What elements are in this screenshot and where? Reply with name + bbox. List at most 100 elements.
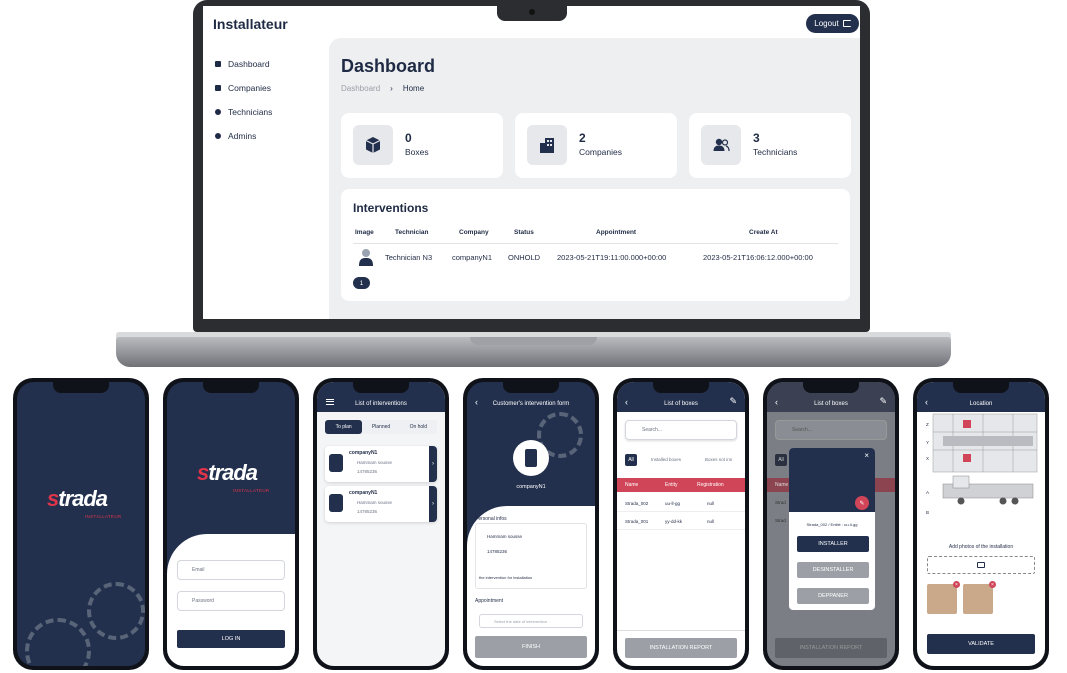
wrench-icon[interactable]: ✎ [729,396,737,407]
list-item[interactable]: companyN1 Hammam sousse 14785236 › [325,486,437,522]
back-arrow-icon[interactable]: ‹ [925,397,928,407]
installation-report-button[interactable]: INSTALLATION REPORT [625,638,737,658]
column-header: Registration [697,482,724,488]
user-icon [215,109,221,115]
finish-button[interactable]: FINISH [475,636,587,658]
tab-on-hold[interactable]: On hold [400,420,437,434]
sidebar-item-admins[interactable]: Admins [215,124,325,148]
laptop-screen: Installateur Logout Dashboard Companies … [203,6,860,319]
remove-photo-icon[interactable]: × [953,581,960,588]
table-row[interactable]: Strada_001 yy-dd-kk null [617,514,745,530]
address-text: Hammam sousse [357,500,393,505]
phone-screen: ‹ Location Z Y X A B Add photos of the i… [917,382,1045,666]
filter-all[interactable]: All [775,454,787,466]
section-title: Personal infos [475,516,507,522]
close-icon[interactable]: × [864,451,869,460]
building-icon [329,494,343,512]
deppaner-button[interactable]: DEPPANER [797,588,869,604]
stat-card-technicians: 3 Technicians [689,113,851,178]
strada-logo: strada [47,486,108,512]
section-title: Interventions [353,201,429,215]
email-field[interactable]: Email [177,560,285,580]
phone-text: 14785236 [487,549,508,554]
intervention-tabs: To plan Planned On hold [325,420,437,434]
column-header: Name [625,482,639,488]
date-input[interactable]: Select the date of intervention [479,614,583,628]
filter-all[interactable]: All [625,454,637,466]
strada-logo: strada [197,460,258,486]
breadcrumb-root[interactable]: Dashboard [341,84,380,93]
sidebar-item-label: Admins [228,131,257,141]
validate-button[interactable]: VALIDATE [927,634,1035,654]
chevron-right-icon[interactable]: › [429,486,437,522]
building-icon [527,125,567,165]
filter-installed[interactable]: Installed boxes [651,457,681,462]
table-row[interactable]: Strada_002 uu-ll-gg null [617,496,745,512]
logout-button[interactable]: Logout [806,14,859,33]
phone-screen: List of interventions To plan Planned On… [317,382,445,666]
breadcrumb-separator: › [390,84,393,93]
axis-label: A [926,490,930,495]
screen-title: Location [969,401,993,407]
user-icon [215,133,221,139]
column-header: Company [459,229,489,236]
menu-icon[interactable] [326,399,334,405]
column-header: Image [355,229,374,236]
table-cell: yy-dd-kk [665,519,683,524]
users-icon [701,125,741,165]
desinstaller-button[interactable]: DESINSTALLER [797,562,869,578]
screen-title: List of boxes [814,401,848,407]
sidebar-item-label: Dashboard [228,59,270,69]
table-cell: Strada_002 [625,501,649,506]
wrench-icon[interactable]: ✎ [879,396,887,407]
camera-icon [977,562,985,568]
table-cell: 2023-05-21T19:11:00.000+00:00 [557,253,667,262]
phone-notch [503,382,559,393]
remove-photo-icon[interactable]: × [989,581,996,588]
phone-screen: ‹ List of boxes ✎ Search... All Installe… [617,382,745,666]
back-arrow-icon[interactable]: ‹ [625,397,628,407]
sidebar-item-dashboard[interactable]: Dashboard [215,52,325,76]
phone-notch [953,382,1009,393]
building-icon [525,449,537,467]
login-button[interactable]: LOG IN [177,630,285,648]
filter-not-installed[interactable]: Boxes not ins [705,457,732,462]
laptop-groove [470,337,597,345]
password-field[interactable]: Password [177,591,285,611]
column-header: Create At [749,229,778,236]
page-title: Dashboard [341,56,436,76]
stat-card-boxes: 0 Boxes [341,113,503,178]
column-header: Appointment [596,229,637,236]
table-cell: uu-ll-gg [665,501,681,506]
phone-location: ‹ Location Z Y X A B Add photos of the i… [913,378,1049,670]
back-arrow-icon[interactable]: ‹ [775,397,778,407]
installation-report-button[interactable]: INSTALLATION REPORT [775,638,887,658]
installer-button[interactable]: INSTALLER [797,536,869,552]
add-photo-button[interactable] [927,556,1035,574]
tab-planned[interactable]: Planned [362,420,399,434]
tab-to-plan[interactable]: To plan [325,420,363,434]
back-arrow-icon[interactable]: ‹ [475,397,478,407]
search-input[interactable]: Search... [625,420,737,440]
phone-splash: strada INSTALLATEUR [13,378,149,670]
address-text: Hammam sousse [487,534,523,539]
gear-icon [87,582,145,640]
company-name: companyN1 [349,490,378,496]
photo-thumbnail[interactable] [927,584,957,614]
search-input[interactable]: Search... [775,420,887,440]
stat-value: 2 [579,131,586,145]
stat-value: 0 [405,131,412,145]
address-text: Hammam sousse [357,460,393,465]
pagination-page[interactable]: 1 [353,277,370,289]
sidebar-item-companies[interactable]: Companies [215,76,325,100]
phone-login: strada INSTALLATEUR Email Password LOG I… [163,378,299,670]
photo-thumbnail[interactable] [963,584,993,614]
breadcrumb: Dashboard › Home [341,84,424,93]
sidebar-item-technicians[interactable]: Technicians [215,100,325,124]
phone-notch [353,382,409,393]
list-item[interactable]: companyN1 Hammam sousse 14785236 › [325,446,437,482]
phone-text: 14785236 [357,469,378,474]
logo-mark: s [47,486,59,511]
chevron-right-icon[interactable]: › [429,446,437,482]
column-header: Entity [665,482,678,488]
